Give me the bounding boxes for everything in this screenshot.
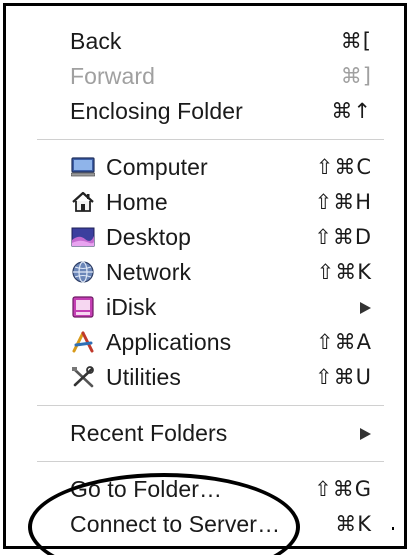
menu-item-label: Utilities (106, 364, 182, 390)
menu-item-forward: Forward ⌘] (6, 59, 404, 94)
menu-item-home[interactable]: Home ⇧⌘H (6, 185, 404, 220)
menu-item-label: Computer (106, 154, 208, 180)
menu-item-shortcut: ⇧⌘U (315, 365, 372, 389)
menu-item-connect-to-server[interactable]: Connect to Server… ⌘K (6, 507, 404, 542)
menu-item-label: Desktop (106, 224, 192, 250)
menu-separator (37, 139, 384, 140)
submenu-arrow-icon (360, 302, 371, 314)
go-menu-screenshot-frame: Back ⌘[ Forward ⌘] Enclosing Folder ⌘↑ C… (3, 3, 407, 549)
menu-separator (37, 461, 384, 462)
menu-item-label: Home (106, 189, 168, 215)
menu-item-recent-folders[interactable]: Recent Folders (6, 416, 404, 451)
menu-item-shortcut: ⌘K (335, 512, 372, 536)
menu-item-computer[interactable]: Computer ⇧⌘C (6, 150, 404, 185)
network-icon (71, 261, 95, 283)
menu-item-applications[interactable]: Applications ⇧⌘A (6, 325, 404, 360)
menu-item-shortcut: ⇧⌘G (314, 477, 372, 501)
menu-item-shortcut: ⇧⌘H (314, 190, 372, 214)
submenu-arrow-icon (360, 428, 371, 440)
menu-item-enclosing-folder[interactable]: Enclosing Folder ⌘↑ (6, 94, 404, 129)
menu-item-network[interactable]: Network ⇧⌘K (6, 255, 404, 290)
menu-item-label: Network (106, 259, 192, 285)
idisk-icon (71, 296, 95, 318)
menu-separator (37, 405, 384, 406)
home-icon (71, 191, 95, 213)
menu-item-desktop[interactable]: Desktop ⇧⌘D (6, 220, 404, 255)
menu-item-label: Enclosing Folder (70, 98, 243, 124)
computer-icon (71, 156, 95, 178)
menu-item-label: Go to Folder… (70, 476, 223, 502)
utilities-icon (71, 366, 95, 388)
menu-item-shortcut: ⌘↑ (331, 99, 372, 123)
menu-item-shortcut: ⇧⌘A (316, 330, 372, 354)
menu-item-idisk[interactable]: iDisk (6, 290, 404, 325)
menu-item-go-to-folder[interactable]: Go to Folder… ⇧⌘G (6, 472, 404, 507)
menu-item-label: Recent Folders (70, 420, 228, 446)
menu-item-back[interactable]: Back ⌘[ (6, 24, 404, 59)
menu-item-shortcut: ⇧⌘C (315, 155, 372, 179)
menu-item-label: Forward (70, 63, 156, 89)
menu-item-shortcut: ⇧⌘K (316, 260, 372, 284)
menu-item-label: Applications (106, 329, 232, 355)
menu-item-label: iDisk (106, 294, 157, 320)
desktop-icon (71, 226, 95, 248)
menu-item-utilities[interactable]: Utilities ⇧⌘U (6, 360, 404, 395)
menu-item-shortcut: ⌘] (340, 64, 372, 88)
go-menu: Back ⌘[ Forward ⌘] Enclosing Folder ⌘↑ C… (6, 24, 404, 542)
menu-item-label: Back (70, 28, 122, 54)
menu-item-label: Connect to Server… (70, 511, 281, 537)
stray-mark (392, 527, 394, 530)
applications-icon (71, 331, 95, 353)
menu-item-shortcut: ⇧⌘D (314, 225, 372, 249)
menu-item-shortcut: ⌘[ (340, 29, 372, 53)
